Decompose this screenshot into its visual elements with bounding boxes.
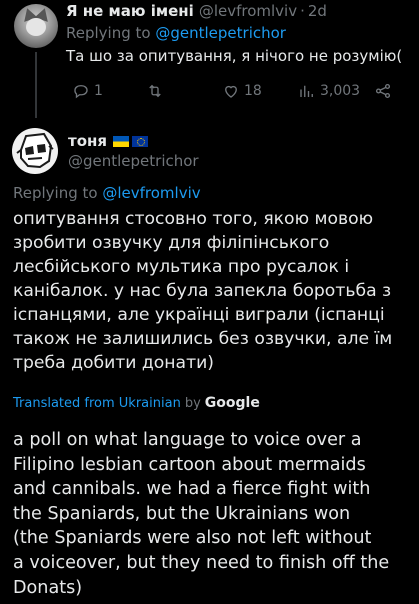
share-button[interactable] <box>374 82 392 100</box>
avatar[interactable] <box>12 128 58 174</box>
user-handle[interactable]: @gentlepetrichor <box>68 152 199 170</box>
reply-header: Я не маю імені @levfromlviv · 2d <box>66 0 327 22</box>
display-name[interactable]: тоня <box>68 132 107 150</box>
thread-line <box>35 52 37 118</box>
retweet-icon <box>149 84 161 98</box>
timestamp[interactable]: 2d <box>308 2 327 20</box>
reply-tweet[interactable]: Я не маю імені @levfromlviv · 2d Replyin… <box>0 0 419 118</box>
avatar-face <box>26 18 46 36</box>
replying-prefix: Replying to <box>13 184 98 202</box>
tweet-text: Та шо за опитування, я нічого не розумію… <box>66 47 403 65</box>
replying-handle-link[interactable]: @levfromlviv <box>102 184 200 202</box>
like-count: 18 <box>244 83 262 99</box>
ukraine-flag-icon <box>113 135 129 147</box>
like-button[interactable]: 18 <box>222 82 262 100</box>
replying-to: Replying to @levfromlviv <box>13 184 201 202</box>
views-count: 3,003 <box>320 83 361 99</box>
tweet-text: опитування стосовно того, якою мовою зро… <box>13 209 393 373</box>
name-row: тоня <box>68 132 148 150</box>
share-icon <box>375 83 391 99</box>
reply-count: 1 <box>94 83 103 99</box>
views-icon <box>300 85 313 97</box>
main-tweet: тоня @gentlepetrichor Replying to @levfr… <box>0 118 419 604</box>
replying-handle-link[interactable]: @gentlepetrichor <box>155 24 286 42</box>
translated-by: by <box>184 395 201 411</box>
heart-icon <box>225 85 237 98</box>
avatar[interactable] <box>14 4 58 48</box>
eu-flag-icon <box>132 135 148 147</box>
translated-label[interactable]: Translated from Ukrainian <box>13 396 181 411</box>
reply-button[interactable]: 1 <box>72 82 103 100</box>
retweet-button[interactable] <box>146 82 168 100</box>
google-logo: Google <box>204 395 260 411</box>
user-handle[interactable]: @levfromlviv <box>199 2 297 20</box>
avatar-illustration <box>16 132 54 169</box>
display-name[interactable]: Я не маю імені <box>66 2 194 20</box>
replying-to: Replying to @gentlepetrichor <box>66 24 286 42</box>
separator-dot: · <box>300 2 305 20</box>
translated-text: a poll on what language to voice over a … <box>13 430 390 598</box>
action-bar: 1 18 3,003 <box>72 82 392 102</box>
replying-prefix: Replying to <box>66 24 151 42</box>
views-button[interactable]: 3,003 <box>298 82 360 100</box>
translation-attribution: Translated from Ukrainian by Google <box>13 395 260 411</box>
reply-icon <box>74 85 88 99</box>
